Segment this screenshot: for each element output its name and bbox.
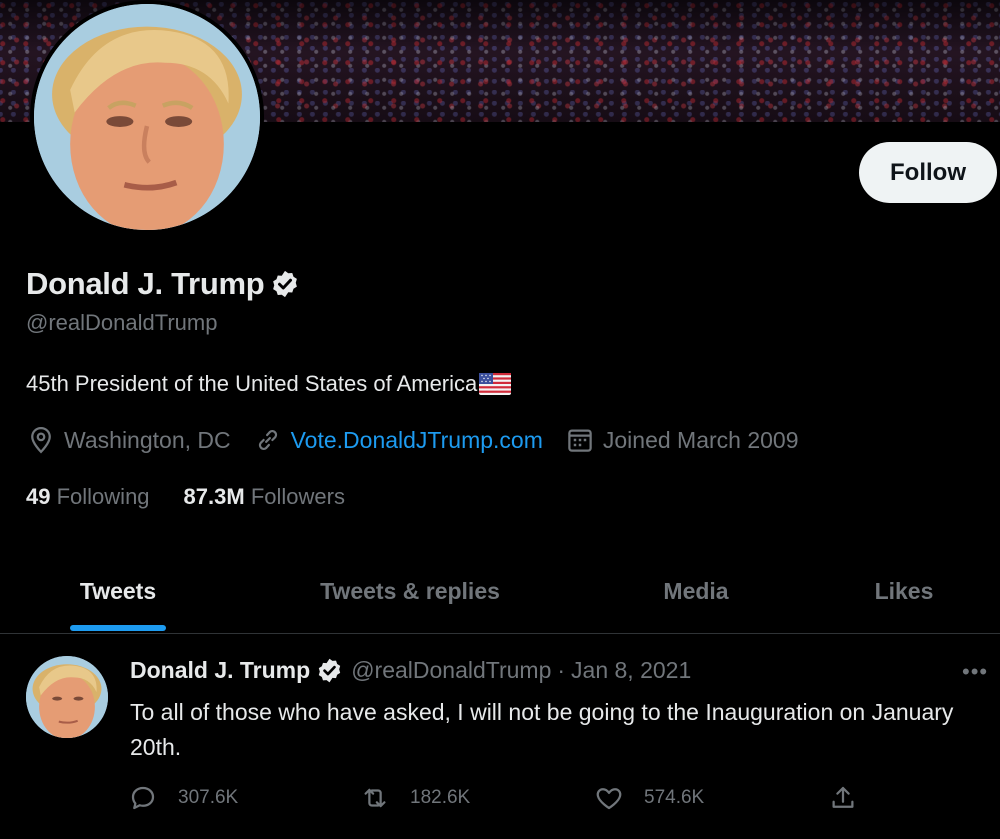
location-pin-icon: [31, 426, 51, 454]
tweet[interactable]: Donald J. Trump @realDonaldTrump · Jan 8…: [0, 635, 1000, 839]
tab-tweets-and-replies[interactable]: Tweets & replies: [236, 548, 584, 634]
calendar-icon: [568, 429, 592, 452]
avatar-image: [26, 656, 108, 738]
tweet-header: Donald J. Trump @realDonaldTrump · Jan 8…: [130, 657, 691, 684]
like-button[interactable]: 574.6K: [594, 783, 704, 813]
verified-badge-icon: [319, 658, 341, 683]
like-count: 574.6K: [644, 787, 705, 808]
profile-handle: @realDonaldTrump: [26, 310, 218, 335]
joined-text: Joined March 2009: [602, 426, 799, 453]
following-stat[interactable]: 49 Following: [26, 484, 150, 510]
avatar-image: [34, 4, 260, 230]
tab-likes[interactable]: Likes: [808, 548, 1000, 634]
share-icon: [832, 786, 854, 808]
following-count: 49: [26, 484, 51, 509]
heart-icon: [596, 788, 622, 810]
reply-count: 307.6K: [178, 787, 239, 808]
tweet-separator: ·: [557, 657, 566, 683]
more-options-icon[interactable]: •••: [962, 659, 988, 685]
profile-website[interactable]: Vote.DonaldJTrump.com: [253, 425, 543, 455]
profile-stats: 49 Following 87.3M Followers: [26, 484, 379, 510]
tweet-text: To all of those who have asked, I will n…: [130, 699, 954, 760]
following-label: Following: [56, 484, 150, 509]
reply-button[interactable]: 307.6K: [128, 783, 238, 813]
profile-name-row: Donald J. Trump: [26, 266, 300, 302]
followers-stat[interactable]: 87.3M Followers: [184, 484, 345, 510]
profile-bio: 45th President of the United States of A…: [26, 371, 512, 397]
tweet-author-name[interactable]: Donald J. Trump: [130, 657, 310, 684]
bio-text: 45th President of the United States of A…: [26, 371, 478, 396]
retweet-count: 182.6K: [410, 787, 471, 808]
followers-count: 87.3M: [183, 484, 245, 509]
profile-avatar[interactable]: [30, 0, 264, 234]
verified-badge-icon: [273, 270, 298, 298]
us-flag-icon: [479, 373, 512, 395]
profile-joined: Joined March 2009: [565, 425, 799, 455]
retweet-icon: [364, 788, 386, 808]
profile-tabs: Tweets Tweets & replies Media Likes: [0, 548, 1000, 634]
share-button[interactable]: [828, 783, 878, 813]
follow-button[interactable]: Follow: [859, 142, 997, 203]
followers-label: Followers: [250, 484, 345, 509]
website-link[interactable]: Vote.DonaldJTrump.com: [291, 427, 543, 454]
retweet-button[interactable]: 182.6K: [360, 783, 470, 813]
location-text: Washington, DC: [64, 426, 231, 453]
tab-media[interactable]: Media: [584, 548, 808, 634]
link-icon: [258, 430, 277, 450]
tweet-actions: 307.6K 182.6K 574.6K: [128, 783, 868, 817]
tweet-avatar[interactable]: [26, 656, 108, 738]
reply-icon: [131, 786, 155, 810]
profile-meta: Washington, DC Vote.DonaldJTrump.com Joi…: [26, 425, 821, 455]
tweet-author-handle[interactable]: @realDonaldTrump: [351, 657, 551, 684]
tab-tweets[interactable]: Tweets: [0, 548, 236, 634]
profile-location: Washington, DC: [26, 425, 231, 455]
profile-display-name: Donald J. Trump: [26, 266, 265, 301]
tweet-date[interactable]: Jan 8, 2021: [571, 657, 691, 684]
